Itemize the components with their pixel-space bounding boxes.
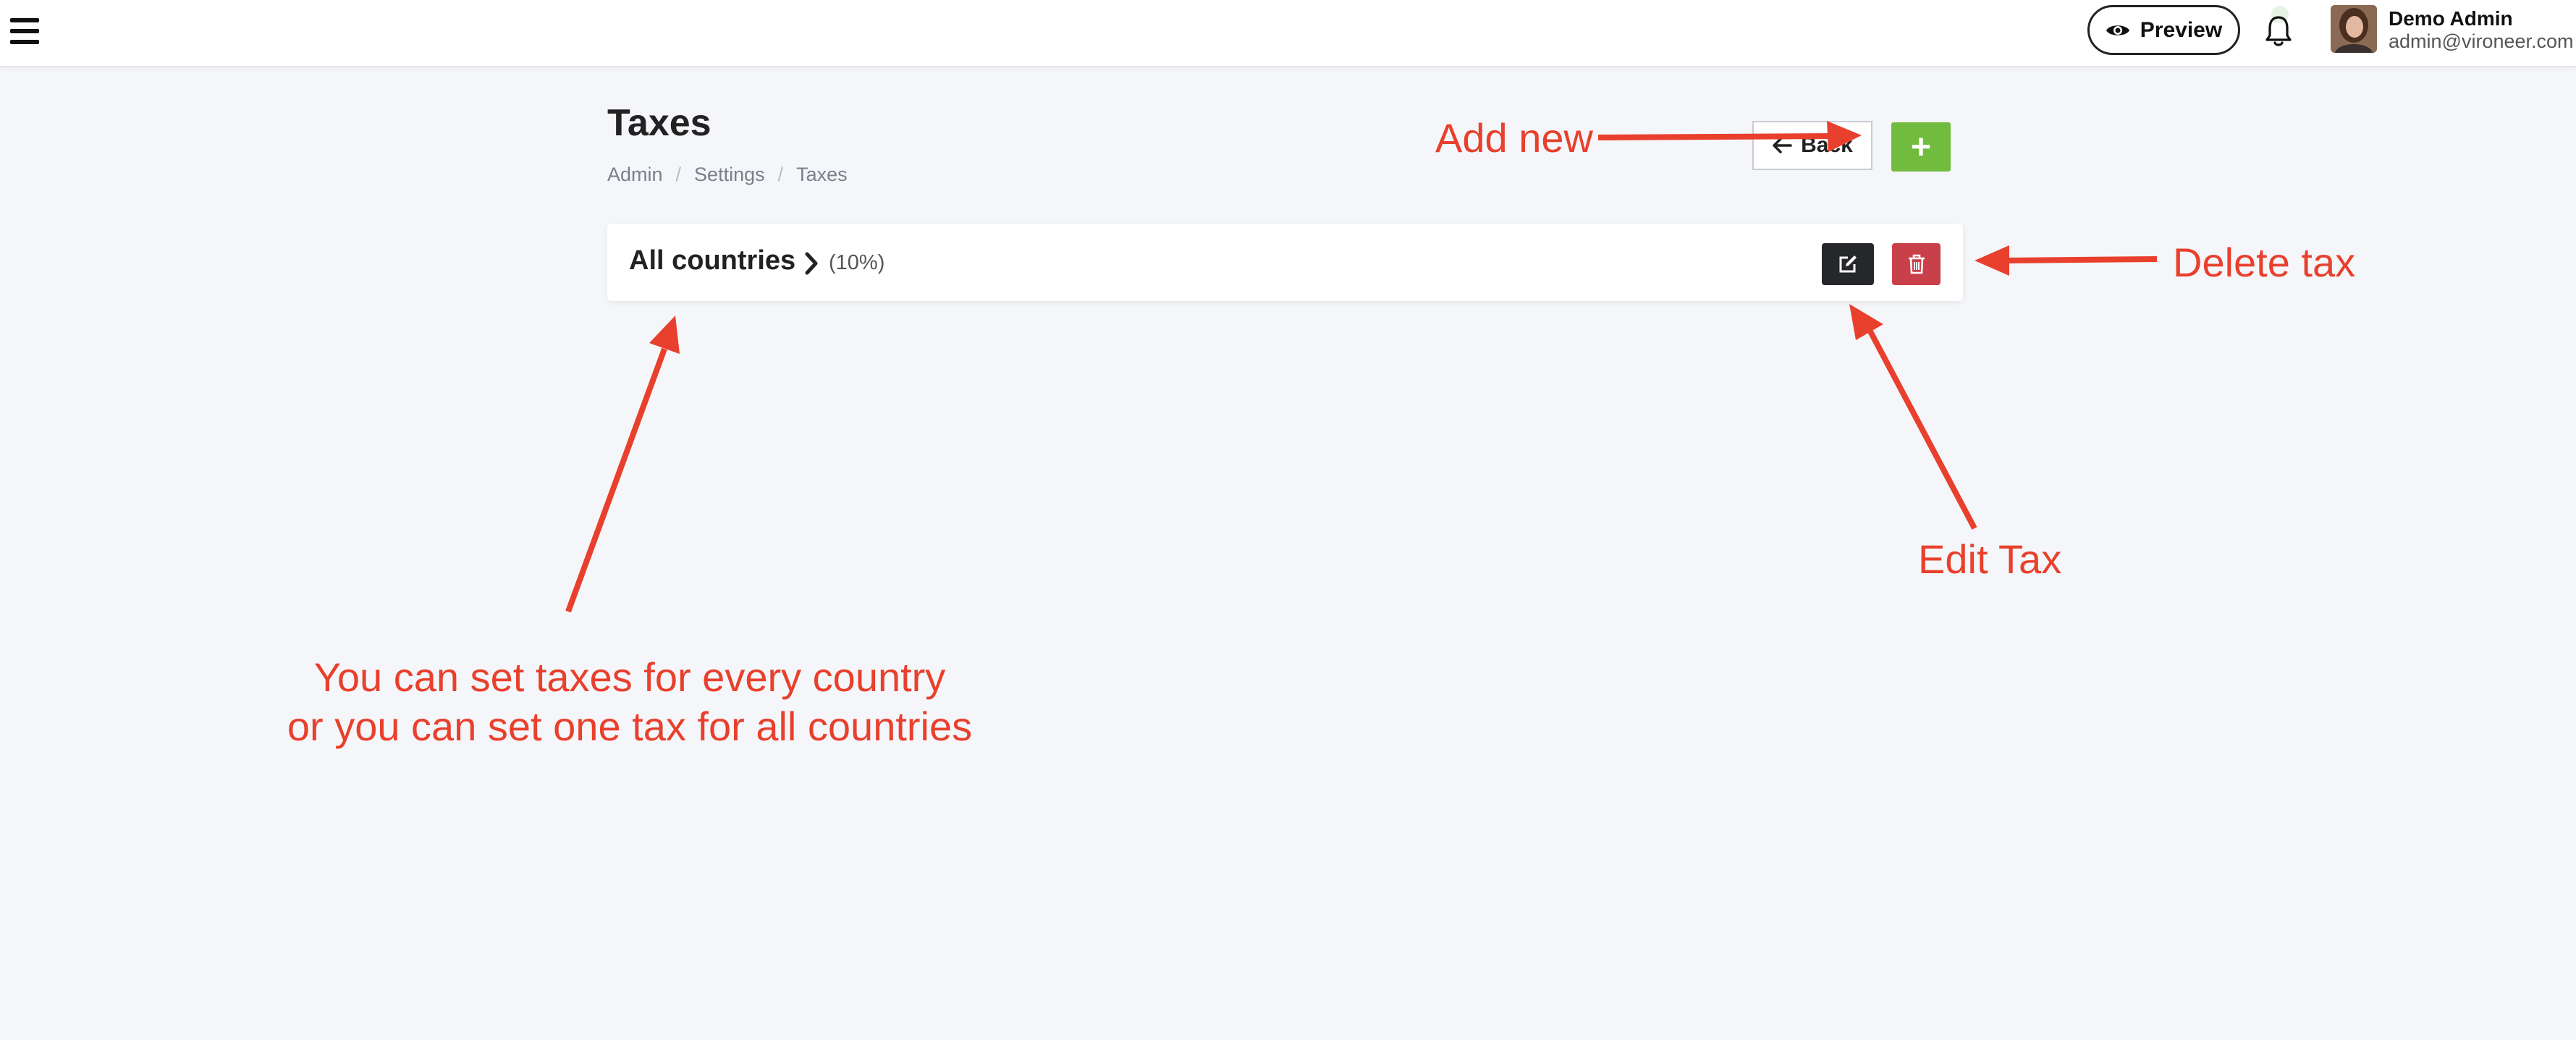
annotation-add-new: Add new (1435, 115, 1593, 161)
annotation-tip: You can set taxes for every country or y… (275, 653, 984, 751)
breadcrumb-separator: / (777, 164, 784, 185)
arrow-left-icon (1773, 138, 1792, 153)
breadcrumb-admin[interactable]: Admin (607, 164, 663, 186)
back-button[interactable]: Back (1752, 121, 1872, 170)
user-name: Demo Admin (2389, 7, 2513, 30)
tax-rate: (10%) (829, 251, 885, 274)
annotation-tip-line2: or you can set one tax for all countries (287, 703, 973, 749)
annotation-arrow-delete (2004, 256, 2158, 263)
chevron-right-icon (805, 252, 818, 275)
avatar-image (2331, 5, 2377, 53)
preview-label: Preview (2140, 17, 2223, 42)
breadcrumb: Admin / Settings / Taxes (607, 164, 848, 186)
trash-icon (1908, 254, 1925, 274)
user-email: admin@vironeer.com (2389, 30, 2574, 52)
menu-icon[interactable] (10, 18, 39, 44)
annotation-tip-line1: You can set taxes for every country (313, 654, 946, 700)
eye-icon (2106, 25, 2129, 35)
add-new-button[interactable]: + (1891, 122, 1951, 172)
annotation-delete-tax: Delete tax (2173, 240, 2356, 285)
page-title: Taxes (607, 102, 711, 144)
edit-tax-button[interactable] (1822, 243, 1874, 285)
breadcrumb-taxes: Taxes (796, 164, 848, 185)
list-item: All countries (10%) (607, 224, 1963, 301)
top-bar: Preview Demo Admin admin@vironeer.com (0, 0, 2576, 67)
annotation-arrow-edit (1866, 327, 1977, 530)
plus-icon: + (1910, 127, 1932, 166)
tax-name[interactable]: All countries (629, 245, 795, 276)
breadcrumb-settings[interactable]: Settings (694, 164, 765, 186)
edit-icon (1839, 255, 1857, 273)
back-label: Back (1801, 133, 1853, 157)
annotation-arrows (565, 121, 2158, 613)
annotation-edit-tax: Edit Tax (1918, 536, 2062, 582)
delete-tax-button[interactable] (1892, 243, 1941, 285)
preview-button[interactable]: Preview (2087, 5, 2240, 55)
avatar[interactable] (2331, 5, 2377, 53)
breadcrumb-separator: / (675, 164, 682, 185)
annotation-arrow-tip (565, 347, 667, 613)
bell-icon[interactable] (2264, 13, 2293, 49)
